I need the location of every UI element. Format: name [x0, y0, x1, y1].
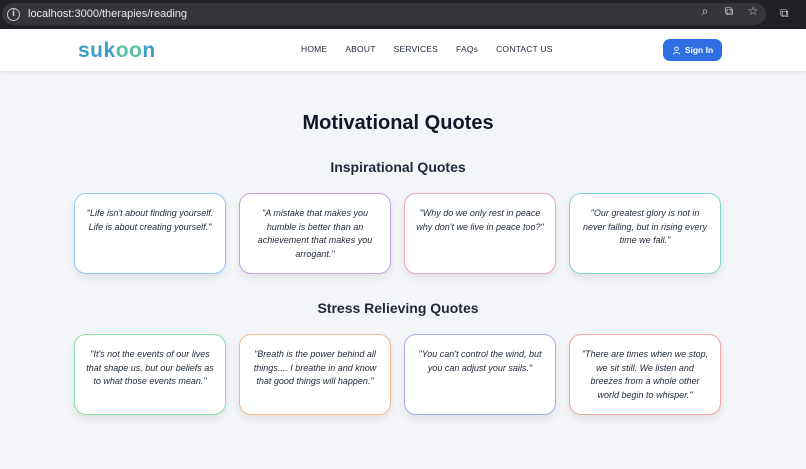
quote-card: "A mistake that makes you humble is bett… — [239, 193, 391, 274]
quote-text: "Life isn't about finding yourself. Life… — [86, 208, 214, 232]
bookmark-star-icon[interactable]: ☆ — [746, 4, 760, 18]
quote-card: "Our greatest glory is not in never fall… — [569, 193, 721, 274]
sign-in-label: Sign In — [684, 45, 714, 55]
address-bar[interactable]: i localhost:3000/therapies/reading — [2, 3, 766, 25]
nav-home[interactable]: HOME — [301, 44, 327, 54]
quote-card: "It's not the events of our lives that s… — [74, 334, 226, 415]
quote-text: "A mistake that makes you humble is bett… — [257, 208, 373, 259]
cast-icon[interactable]: ⧉ — [722, 4, 736, 18]
zoom-icon[interactable]: ⌕ — [698, 4, 712, 18]
site-header: sukoon HOME ABOUT SERVICES FAQs CONTACT … — [0, 29, 806, 72]
quote-card: "Why do we only rest in peace why don't … — [404, 193, 556, 274]
quote-card: "Breath is the power behind all things..… — [239, 334, 391, 415]
nav-about[interactable]: ABOUT — [345, 44, 375, 54]
quote-card: "Life isn't about finding yourself. Life… — [74, 193, 226, 274]
quote-text: "Why do we only rest in peace why don't … — [416, 208, 544, 232]
quote-text: "Our greatest glory is not in never fall… — [582, 208, 708, 245]
quote-card: "You can't control the wind, but you can… — [404, 334, 556, 415]
quote-text: "Breath is the power behind all things..… — [253, 349, 377, 386]
section-title-inspirational: Inspirational Quotes — [330, 159, 466, 175]
logo-text-3: n — [142, 39, 156, 62]
logo[interactable]: sukoon — [78, 39, 156, 63]
sign-in-button[interactable]: Sign In — [663, 39, 722, 61]
user-icon — [672, 45, 680, 55]
quote-text: "There are times when we stop, we sit st… — [581, 349, 709, 400]
info-icon[interactable]: i — [7, 7, 20, 21]
main-nav: HOME ABOUT SERVICES FAQs CONTACT US — [301, 44, 571, 54]
extensions-icon[interactable]: ⧉ — [780, 6, 794, 20]
logo-text-1: suk — [78, 39, 116, 62]
logo-text-2: oo — [115, 39, 143, 62]
section-title-stress-relieving: Stress Relieving Quotes — [317, 300, 479, 316]
quote-text: "You can't control the wind, but you can… — [418, 349, 542, 373]
page-title: Motivational Quotes — [302, 112, 494, 134]
nav-contact[interactable]: CONTACT US — [496, 44, 552, 54]
quote-card: "There are times when we stop, we sit st… — [569, 334, 721, 415]
url-text[interactable]: localhost:3000/therapies/reading — [28, 8, 187, 20]
quote-text: "It's not the events of our lives that s… — [86, 349, 214, 386]
nav-services[interactable]: SERVICES — [394, 44, 438, 54]
nav-faqs[interactable]: FAQs — [456, 44, 478, 54]
browser-toolbar: i localhost:3000/therapies/reading ⌕ ⧉ ☆… — [0, 0, 806, 29]
